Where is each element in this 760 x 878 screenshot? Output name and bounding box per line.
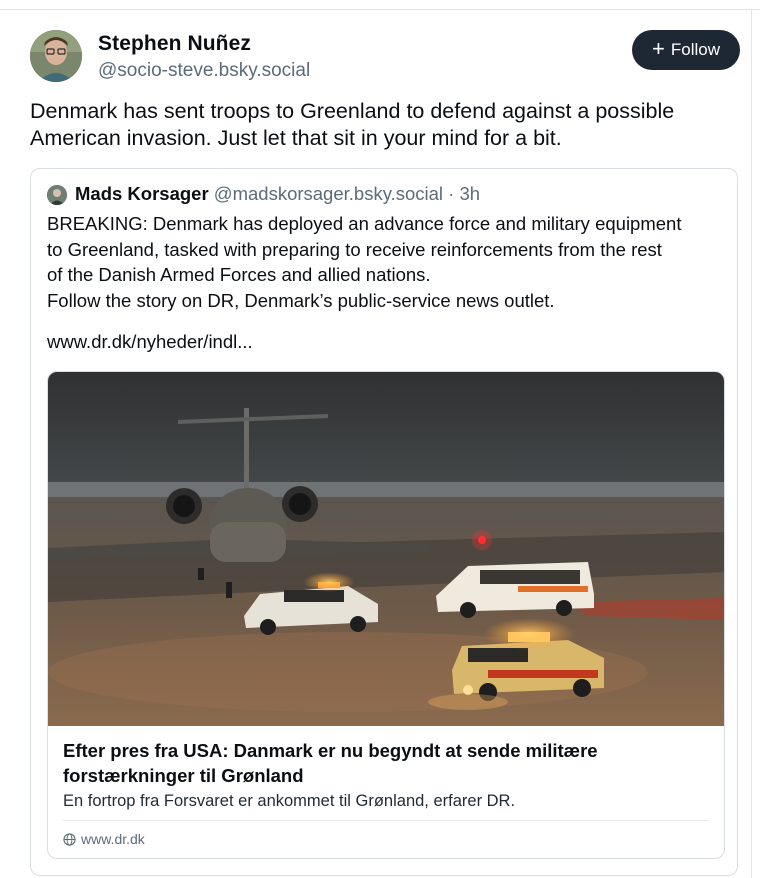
card-domain[interactable]: www.dr.dk bbox=[63, 831, 145, 847]
quoted-link[interactable]: www.dr.dk/nyheder/indl... bbox=[47, 329, 727, 355]
card-title[interactable]: Efter pres fra USA: Danmark er nu begynd… bbox=[63, 738, 713, 788]
quoted-text: BREAKING: Denmark has deployed an advanc… bbox=[47, 211, 727, 355]
card-title-line: forstærkninger til Grønland bbox=[63, 765, 304, 786]
card-domain-text: www.dr.dk bbox=[81, 831, 145, 847]
quoted-timestamp[interactable]: 3h bbox=[459, 183, 480, 204]
quoted-text-line: to Greenland, tasked with preparing to r… bbox=[47, 238, 662, 260]
quoted-text-line: of the Danish Armed Forces and allied na… bbox=[47, 264, 431, 285]
link-preview-card[interactable]: Efter pres fra USA: Danmark er nu begynd… bbox=[47, 371, 725, 859]
follow-label: Follow bbox=[670, 40, 720, 59]
quoted-author-avatar[interactable] bbox=[47, 185, 67, 205]
quoted-text-line: BREAKING: Denmark has deployed an advanc… bbox=[47, 213, 682, 234]
post-text: Denmark has sent troops to Greenland to … bbox=[30, 98, 730, 152]
author-handle[interactable]: @socio-steve.bsky.social bbox=[98, 60, 310, 82]
right-divider bbox=[751, 9, 752, 878]
author-name[interactable]: Stephen Nuñez bbox=[98, 32, 251, 56]
plus-icon: + bbox=[652, 36, 665, 61]
dot-separator: · bbox=[443, 183, 460, 204]
quoted-text-line: Follow the story on DR, Denmark’s public… bbox=[47, 289, 555, 311]
top-divider bbox=[0, 9, 760, 10]
follow-button[interactable]: + Follow bbox=[632, 30, 740, 70]
post-text-line: Denmark has sent troops to Greenland to … bbox=[30, 99, 675, 123]
quoted-post[interactable]: Mads Korsager @madskorsager.bsky.social … bbox=[30, 168, 738, 876]
quoted-author-name[interactable]: Mads Korsager bbox=[75, 183, 209, 204]
author-avatar[interactable] bbox=[30, 30, 82, 82]
card-divider bbox=[63, 820, 709, 821]
quoted-header: Mads Korsager @madskorsager.bsky.social … bbox=[75, 183, 480, 205]
globe-icon bbox=[63, 832, 76, 846]
card-description: En fortrop fra Forsvaret er ankommet til… bbox=[63, 792, 516, 810]
quoted-author-handle[interactable]: @madskorsager.bsky.social bbox=[214, 183, 443, 204]
card-image bbox=[48, 372, 724, 726]
card-title-line: Efter pres fra USA: Danmark er nu begynd… bbox=[63, 740, 598, 761]
post-text-line: American invasion. Just let that sit in … bbox=[30, 126, 562, 150]
